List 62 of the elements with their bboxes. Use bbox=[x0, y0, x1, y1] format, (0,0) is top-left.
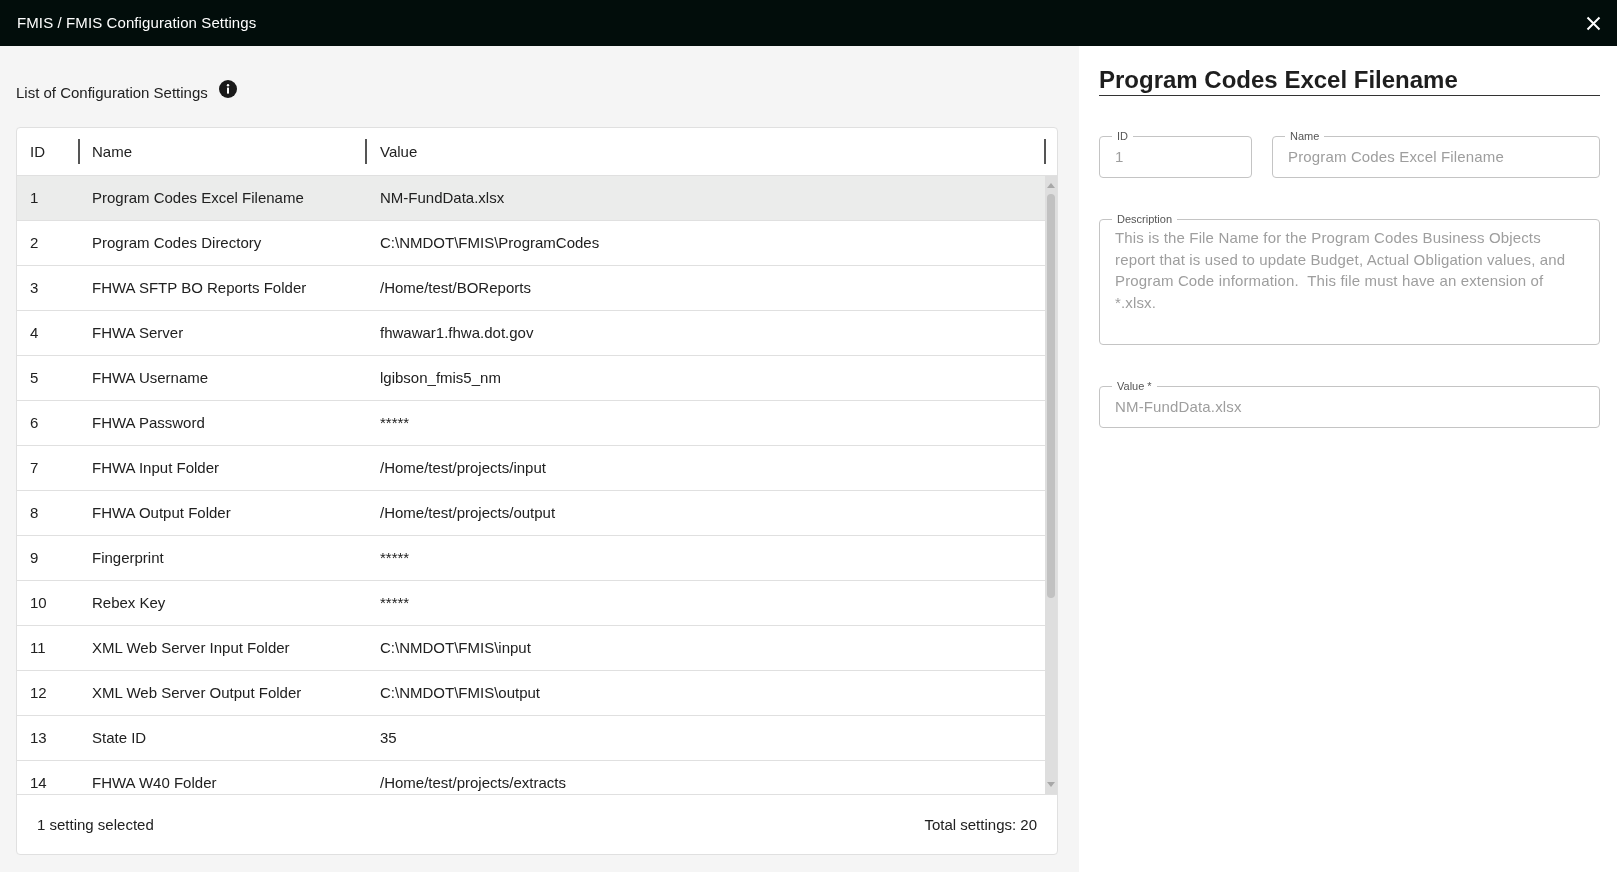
setting-value: 35 bbox=[380, 729, 397, 747]
setting-id: 6 bbox=[30, 414, 39, 432]
close-button[interactable] bbox=[1586, 15, 1601, 31]
setting-name: State ID bbox=[92, 729, 147, 747]
setting-id: 8 bbox=[30, 504, 39, 522]
table-row[interactable]: 1 Program Codes Excel Filename NM-FundData.xlsx bbox=[17, 176, 1045, 221]
setting-value: ***** bbox=[380, 414, 410, 432]
detail-title: Program Codes Excel Filename bbox=[1099, 66, 1458, 94]
setting-name: FHWA Username bbox=[92, 369, 209, 387]
setting-id: 12 bbox=[30, 684, 47, 702]
setting-name: FHWA SFTP BO Reports Folder bbox=[92, 279, 307, 297]
field-label: Name bbox=[1289, 129, 1321, 143]
down-triangle-icon[interactable] bbox=[1047, 782, 1055, 787]
setting-id: 13 bbox=[30, 729, 47, 747]
setting-name: Rebex Key bbox=[92, 594, 166, 612]
setting-id: 11 bbox=[30, 639, 46, 657]
setting-name: FHWA Output Folder bbox=[92, 504, 231, 522]
setting-name: FHWA W40 Folder bbox=[92, 774, 217, 792]
setting-value: /Home/test/projects/extracts bbox=[380, 774, 566, 792]
setting-id: 4 bbox=[30, 324, 39, 342]
setting-value: C:\NMDOT\FMIS\output bbox=[380, 684, 541, 702]
scrollbar-thumb[interactable] bbox=[1047, 194, 1055, 598]
setting-value: /Home/test/projects/output bbox=[380, 504, 556, 522]
up-triangle-icon[interactable] bbox=[1047, 183, 1055, 188]
info-icon[interactable] bbox=[218, 79, 237, 98]
setting-name: FHWA Server bbox=[92, 324, 184, 342]
setting-name: XML Web Server Input Folder bbox=[92, 639, 290, 657]
scrollbar[interactable] bbox=[1045, 176, 1057, 794]
list-title: List of Configuration Settings bbox=[16, 84, 208, 102]
window-title: FMIS / FMIS Configuration Settings bbox=[17, 14, 257, 32]
column-header[interactable]: ID bbox=[30, 142, 45, 161]
setting-value: NM-FundData.xlsx bbox=[380, 189, 505, 207]
setting-value: /Home/test/projects/input bbox=[380, 459, 546, 477]
setting-value: ***** bbox=[380, 594, 410, 612]
setting-id: 14 bbox=[30, 774, 47, 792]
selection-count: 1 setting selected bbox=[37, 815, 154, 834]
setting-id: 2 bbox=[30, 234, 39, 252]
total-count: Total settings: 20 bbox=[924, 815, 1037, 834]
column-header[interactable]: Name bbox=[92, 142, 132, 161]
setting-name: FHWA Input Folder bbox=[92, 459, 219, 477]
setting-value: lgibson_fmis5_nm bbox=[380, 369, 501, 387]
setting-name: Program Codes Excel Filename bbox=[92, 189, 304, 207]
close-icon bbox=[1586, 15, 1601, 31]
setting-name: Fingerprint bbox=[92, 549, 164, 567]
setting-name: FHWA Password bbox=[92, 414, 205, 432]
setting-value: /Home/test/BOReports bbox=[380, 279, 531, 297]
setting-name: Program Codes Directory bbox=[92, 234, 262, 252]
field-label: ID bbox=[1116, 129, 1129, 143]
setting-name: XML Web Server Output Folder bbox=[92, 684, 302, 702]
setting-id: 3 bbox=[30, 279, 39, 297]
setting-id: 7 bbox=[30, 459, 39, 477]
setting-value: C:\NMDOT\FMIS\input bbox=[380, 639, 531, 657]
field-label: Value * bbox=[1116, 379, 1153, 393]
setting-value: C:\NMDOT\FMIS\ProgramCodes bbox=[380, 234, 600, 252]
setting-id: 1 bbox=[30, 189, 39, 207]
setting-id: 10 bbox=[30, 594, 47, 612]
column-header[interactable]: Value bbox=[380, 142, 418, 161]
setting-value: fhwawar1.fhwa.dot.gov bbox=[380, 324, 534, 342]
setting-id: 5 bbox=[30, 369, 39, 387]
setting-id: 9 bbox=[30, 549, 39, 567]
setting-value: ***** bbox=[380, 549, 410, 567]
field-label: Description bbox=[1116, 212, 1174, 226]
